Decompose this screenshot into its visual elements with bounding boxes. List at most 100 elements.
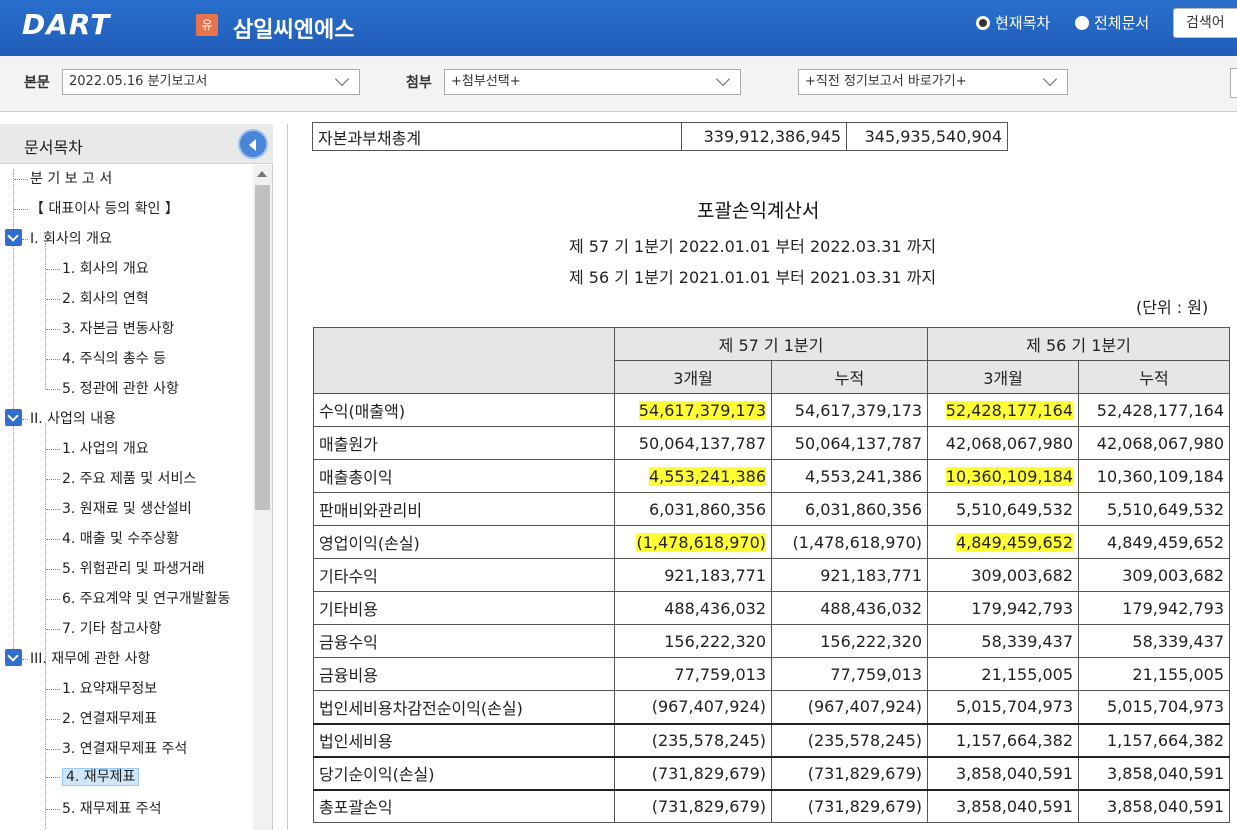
- toc-item[interactable]: 6. 주요계약 및 연구개발활동: [46, 588, 230, 610]
- toc-tree: 분 기 보 고 서 【 대표이사 등의 확인 】 I. 회사의 개요 1. 회사…: [0, 165, 253, 830]
- logo-text: DART: [22, 8, 111, 41]
- row-label: 기타비용: [313, 591, 615, 625]
- toc-item[interactable]: 【 대표이사 등의 확인 】: [14, 198, 179, 220]
- row-label: 당기순이익(손실): [313, 755, 615, 790]
- cell-value: (731,829,679): [771, 788, 928, 823]
- recent-report-select[interactable]: +직전 정기보고서 바로가기+: [798, 69, 1068, 95]
- cell-value: 4,553,241,386: [771, 459, 928, 493]
- cell-value: 179,942,793: [927, 591, 1079, 625]
- cell-value: 1,157,664,382: [1078, 722, 1230, 757]
- toc-section[interactable]: II. 사업의 내용: [22, 408, 116, 430]
- toc-item[interactable]: 7. 기타 참고사항: [46, 618, 162, 640]
- radio-full-document[interactable]: 전체문서: [1075, 12, 1149, 33]
- toc-item-label: 6. 주요계약 및 연구개발활동: [62, 591, 231, 607]
- cell-value: (967,407,924): [771, 690, 928, 724]
- toc-item-label: 3. 자본금 변동사항: [62, 321, 175, 337]
- toc-item[interactable]: 5. 정관에 관한 사항: [46, 378, 179, 400]
- radio-current-toc[interactable]: 현재목차: [976, 12, 1050, 33]
- scroll-up-icon[interactable]: [257, 171, 267, 177]
- content-divider: [287, 124, 288, 830]
- cell-value: (967,407,924): [614, 690, 772, 724]
- row-label: 법인세비용: [313, 722, 615, 757]
- toc-item[interactable]: 4. 매출 및 수주상황: [46, 528, 179, 550]
- table-row: 총포괄손익 (731,829,679) (731,829,679) 3,858,…: [313, 788, 1230, 823]
- toc-item-selected[interactable]: 4. 재무제표: [46, 766, 140, 788]
- row-label: 매출원가: [313, 426, 615, 460]
- cell-value: 488,436,032: [771, 591, 928, 625]
- radio-all-label: 전체문서: [1094, 14, 1150, 32]
- cell-value: (731,829,679): [614, 755, 772, 790]
- corp-name: 삼일씨엔에스: [233, 18, 355, 43]
- toc-item[interactable]: 분 기 보 고 서: [14, 168, 112, 190]
- expand-toggle-icon[interactable]: [5, 409, 22, 426]
- toc-scrollbar[interactable]: [253, 165, 272, 830]
- cell-value: (235,578,245): [771, 722, 928, 757]
- subheader-3m: 3개월: [927, 360, 1079, 394]
- cell-value: 50,064,137,787: [771, 426, 928, 460]
- table-row: 금융수익 156,222,320 156,222,320 58,339,437 …: [313, 624, 1230, 658]
- toc-item-label: 2. 주요 제품 및 서비스: [62, 471, 197, 487]
- toc-section[interactable]: III. 재무에 관한 사항: [22, 648, 150, 670]
- cell-value: 156,222,320: [614, 624, 772, 658]
- cell-value: 21,155,005: [927, 657, 1079, 691]
- table-row: 판매비와관리비 6,031,860,356 6,031,860,356 5,51…: [313, 492, 1230, 526]
- toc-item-label: I. 회사의 개요: [30, 231, 112, 247]
- blank-header: [313, 327, 615, 394]
- cell-value: 4,849,459,652: [955, 532, 1073, 552]
- attachment-select[interactable]: +첨부선택+: [444, 69, 741, 95]
- dart-logo[interactable]: DART: [22, 8, 110, 41]
- expand-toggle-icon[interactable]: [5, 649, 22, 666]
- toc-item[interactable]: 2. 주요 제품 및 서비스: [46, 468, 196, 490]
- toc-item[interactable]: 5. 위험관리 및 파생거래: [46, 558, 205, 580]
- toc-item-label: 1. 회사의 개요: [62, 261, 149, 277]
- toc-item[interactable]: 1. 사업의 개요: [46, 438, 149, 460]
- table-row: 법인세비용차감전순이익(손실) (967,407,924) (967,407,9…: [313, 690, 1230, 724]
- subheader-cum: 누적: [771, 360, 928, 394]
- toc-item[interactable]: 2. 회사의 연혁: [46, 288, 149, 310]
- top-header: DART 유 삼일씨엔에스 현재목차 전체문서 검색어: [0, 0, 1237, 56]
- row-label: 금융비용: [313, 657, 615, 691]
- cell-value: (235,578,245): [614, 722, 772, 757]
- row-label: 수익(매출액): [313, 393, 615, 427]
- expand-toggle-icon[interactable]: [5, 229, 22, 246]
- radio-checked-icon: [976, 16, 990, 30]
- row-value: 345,935,540,904: [846, 122, 1008, 151]
- cell-value: 3,858,040,591: [927, 788, 1079, 823]
- cell-value: 6,031,860,356: [614, 492, 772, 526]
- cell-value: 6,031,860,356: [771, 492, 928, 526]
- main-report-select[interactable]: 2022.05.16 분기보고서: [62, 69, 360, 95]
- cell-value: 921,183,771: [771, 558, 928, 592]
- cell-value: 921,183,771: [614, 558, 772, 592]
- table-row: 자본과부채총계 339,912,386,945 345,935,540,904: [312, 122, 1008, 151]
- header-group-prior: 제 56 기 1분기: [927, 327, 1230, 361]
- cell-value: 5,510,649,532: [1078, 492, 1230, 526]
- table-row: 수익(매출액) 54,617,379,173 54,617,379,173 52…: [313, 393, 1230, 427]
- toc-item[interactable]: 1. 회사의 개요: [46, 258, 149, 280]
- table-row: 매출원가 50,064,137,787 50,064,137,787 42,06…: [313, 426, 1230, 460]
- toc-sidebar: 문서목차 분 기 보 고 서 【 대표이사 등의 확인 】 I. 회사의 개요 …: [0, 124, 273, 830]
- toc-item-label: 5. 위험관리 및 파생거래: [62, 561, 205, 577]
- cell-value: 4,553,241,386: [648, 466, 766, 486]
- row-label: 금융수익: [313, 624, 615, 658]
- toc-item[interactable]: 3. 자본금 변동사항: [46, 318, 174, 340]
- toc-item[interactable]: 3. 원재료 및 생산설비: [46, 498, 192, 520]
- toc-item[interactable]: 1. 요약재무정보: [46, 678, 157, 700]
- toc-item[interactable]: 4. 주식의 총수 등: [46, 348, 166, 370]
- toc-item-label: 2. 회사의 연혁: [62, 291, 149, 307]
- scroll-thumb[interactable]: [255, 185, 270, 510]
- toc-item-label: II. 사업의 내용: [30, 411, 117, 427]
- table-row: 기타수익 921,183,771 921,183,771 309,003,682…: [313, 558, 1230, 592]
- cell-value: 50,064,137,787: [614, 426, 772, 460]
- toc-section[interactable]: I. 회사의 개요: [22, 228, 112, 250]
- row-label: 영업이익(손실): [313, 525, 615, 559]
- toc-item[interactable]: 3. 연결재무제표 주석: [46, 738, 187, 760]
- collapse-sidebar-icon[interactable]: [238, 129, 268, 159]
- cell-value: 10,360,109,184: [1078, 459, 1230, 493]
- cell-value: 5,510,649,532: [927, 492, 1079, 526]
- statement-title: 포괄손익계산서: [697, 200, 820, 222]
- toc-item[interactable]: 2. 연결재무제표: [46, 708, 157, 730]
- truncated-control[interactable]: [1230, 68, 1237, 98]
- toc-item[interactable]: 5. 재무제표 주석: [46, 798, 162, 820]
- attach-label: 첨부: [406, 75, 432, 91]
- search-button[interactable]: 검색어: [1173, 8, 1237, 38]
